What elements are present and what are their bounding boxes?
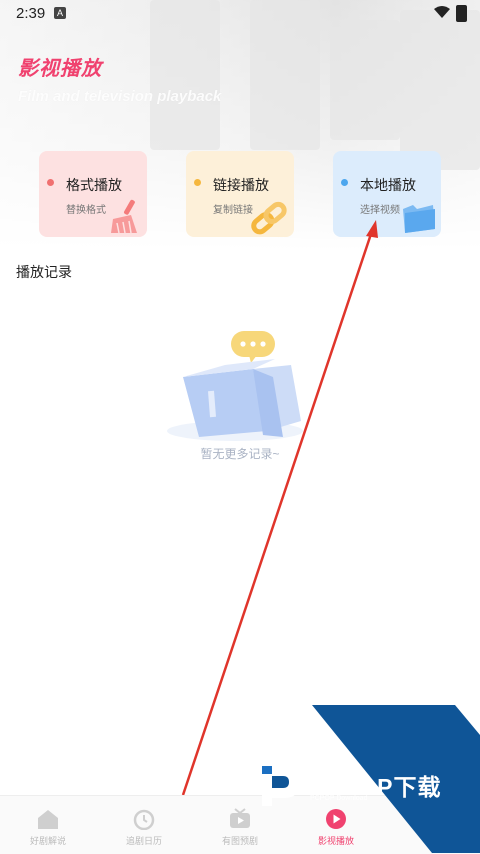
watermark-subtitle: PCPOP Download	[310, 795, 368, 802]
watermark-logo	[262, 766, 300, 806]
watermark-shape	[312, 705, 480, 853]
